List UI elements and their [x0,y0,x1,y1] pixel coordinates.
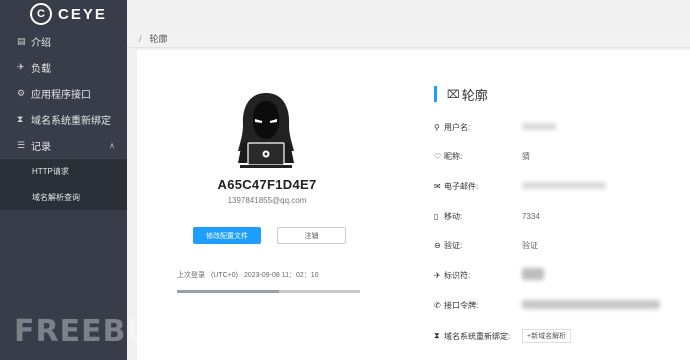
row-email: ✉ 电子邮件: [434,179,684,193]
records-submenu: HTTP请求 域名解析查询 [0,158,127,210]
mobile-icon: ▯ [434,211,439,221]
row-label: 用户名: [444,122,471,132]
nickname-value: 猜 [522,151,530,161]
list-icon: ☰ [17,139,26,150]
phone-icon: ✆ [434,300,441,310]
rocket-icon: ✈ [434,270,441,280]
hacker-avatar-icon [238,93,294,168]
username-value-redacted [522,122,556,132]
sidebar-subitem-label: 域名解析查询 [32,192,80,202]
row-label: 移动: [444,211,463,221]
mobile-value: 7334 [522,211,540,221]
mail-icon: ✉ [434,181,441,191]
sidebar-item-records[interactable]: ☰ 记录 ∧ [0,132,127,158]
row-identifier: ✈ 标识符: [434,268,684,282]
freebuf-watermark: FREEBUF [14,314,174,349]
sidebar-item-label: 应用程序接口 [31,89,91,101]
edit-profile-button[interactable]: 修改配置文件 [193,227,261,244]
sidebar-item-label: 记录 [31,141,51,153]
chevron-up-icon: ∧ [109,140,115,150]
new-dns-record-button[interactable]: +新域名解析 [522,329,572,343]
lock-icon: ⊖ [434,240,441,250]
sidebar-item-api[interactable]: ⚙ 应用程序接口 [0,80,127,106]
sidebar-item-label: 负载 [31,63,51,75]
sidebar-item-label: 域名系统重新绑定 [31,115,111,127]
document-icon: ▤ [17,35,26,46]
api-icon: ⚙ [17,87,26,98]
row-label: 域名系统重新绑定: [444,331,511,341]
verify-value: 验证 [522,240,538,250]
row-nickname: ♡ 昵称: 猜 [434,149,684,163]
row-dns-rebinding: ⧗ 域名系统重新绑定: +新域名解析 [434,329,684,343]
user-icon: ⚲ [434,122,440,132]
login-progress-bar [177,290,360,293]
last-login: 上次登录 (UTC+0) 2023-09-08 11：02：10 [177,270,319,280]
sidebar-item-label: 介绍 [31,37,51,49]
breadcrumb: / 轮廓 [127,30,690,48]
email-value-redacted [522,181,606,191]
sidebar-subitem-http-requests[interactable]: HTTP请求 [0,158,127,184]
breadcrumb-separator: / [139,33,142,44]
login-progress-fill [177,290,280,293]
row-verify: ⊖ 验证: 验证 [434,238,684,252]
logo-mark: C [30,3,52,25]
logo-text: CEYE [58,5,107,23]
sidebar: C CEYE ▤ 介绍 ✈ 负载 ⚙ 应用程序接口 ⧗ 域名系统重新绑定 ☰ 记… [0,0,127,360]
logo[interactable]: C CEYE [0,0,127,28]
user-email: 1397841855@qq.com [227,196,307,205]
logout-button[interactable]: 注销 [277,227,346,244]
sidebar-subitem-dns-queries[interactable]: 域名解析查询 [0,184,127,210]
row-label: 电子邮件: [444,181,479,191]
heart-icon: ♡ [434,151,442,161]
row-username: ⚲ 用户名: [434,120,684,134]
breadcrumb-current: 轮廓 [149,34,168,44]
token-value-redacted [522,299,660,311]
sidebar-item-payload[interactable]: ✈ 负载 [0,54,127,80]
last-login-time: 2023-09-08 11：02：10 [243,272,319,279]
rocket-icon: ✈ [17,61,25,72]
hourglass-icon: ⧗ [17,113,24,124]
row-label: 昵称: [444,151,463,161]
profile-icon: ⌧ [447,88,460,101]
panel-title-text: 轮廓 [461,87,488,103]
identifier-value-redacted [522,268,544,282]
panel-title: ⌧ 轮廓 [434,86,488,103]
profile-card: A65C47F1D4E7 1397841855@qq.com 修改配置文件 注销… [137,50,690,360]
row-label: 验证: [444,240,463,250]
row-label: 接口令牌: [444,300,479,310]
sidebar-subitem-label: HTTP请求 [32,167,69,176]
sidebar-item-intro[interactable]: ▤ 介绍 [0,28,127,54]
last-login-label: 上次登录 [177,272,205,279]
row-api-token: ✆ 接口令牌: [434,298,684,312]
row-mobile: ▯ 移动: 7334 [434,209,684,223]
hourglass-icon: ⧗ [434,331,440,340]
row-label: 标识符: [444,270,471,280]
last-login-timezone: (UTC+0) [210,272,238,279]
sidebar-item-dns-rebinding[interactable]: ⧗ 域名系统重新绑定 [0,106,127,132]
user-name: A65C47F1D4E7 [217,177,317,192]
